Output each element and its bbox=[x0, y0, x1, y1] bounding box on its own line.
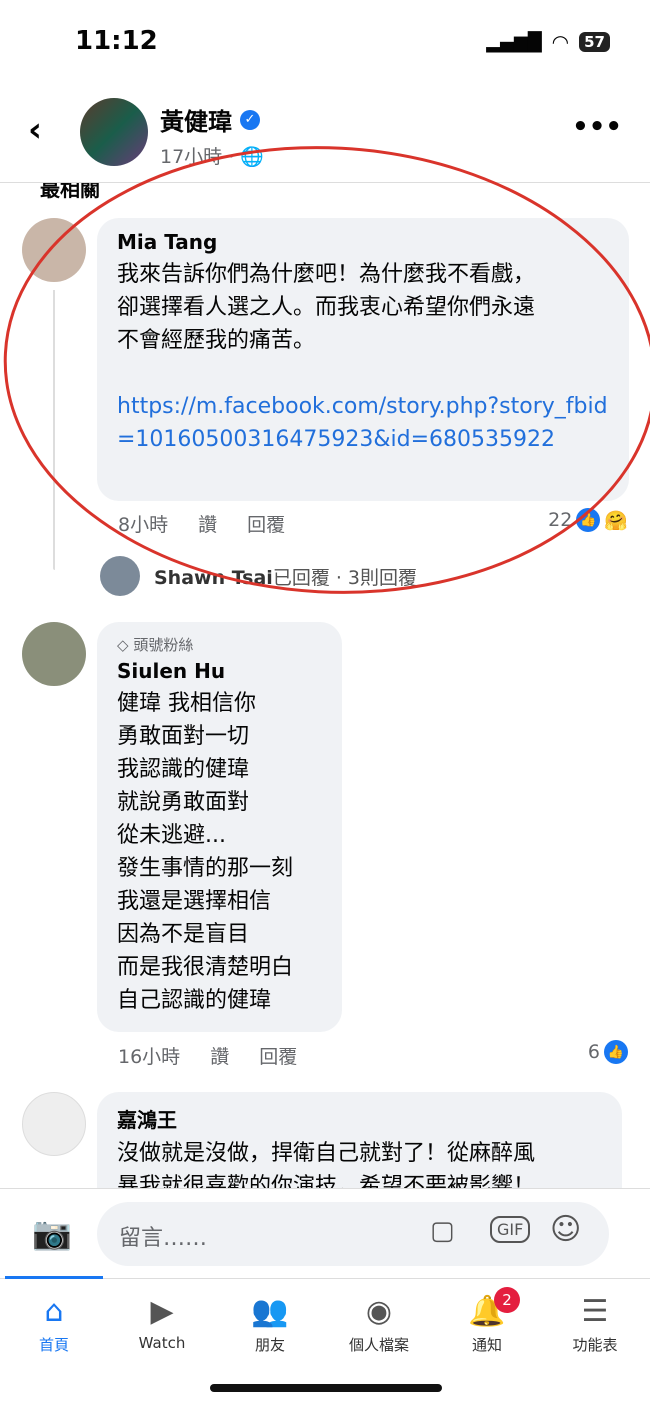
comment-text: 健瑋 我相信你 勇敢面對一切 我認識的健瑋 就說勇敢面對 從未逃避... 發生事… bbox=[117, 691, 294, 1013]
emoji-button[interactable]: ☺ bbox=[550, 1212, 581, 1247]
reaction-count[interactable]: 6 👍 bbox=[588, 1040, 628, 1064]
page-name[interactable]: 黃健瑋 bbox=[160, 102, 232, 137]
menu-icon: ☰ bbox=[581, 1294, 609, 1329]
home-icon: ⌂ bbox=[44, 1294, 64, 1329]
verified-icon: ✓ bbox=[240, 109, 260, 130]
nav-notifications[interactable]: 🔔 通知 bbox=[437, 1290, 537, 1355]
notification-badge: 2 bbox=[494, 1287, 520, 1313]
active-tab-indicator bbox=[5, 1276, 103, 1279]
status-time: 11:12 bbox=[75, 26, 158, 56]
profile-icon: ◉ bbox=[365, 1294, 393, 1329]
home-indicator bbox=[210, 1384, 442, 1392]
commenter-name[interactable]: 嘉鴻王 bbox=[117, 1104, 602, 1133]
nav-home[interactable]: ⌂ 首頁 bbox=[4, 1290, 104, 1355]
reaction-number: 6 bbox=[587, 1041, 600, 1063]
watch-icon: ▶ bbox=[150, 1294, 174, 1329]
comment-input[interactable]: 留言…… bbox=[97, 1202, 609, 1266]
bell-icon: 🔔 bbox=[468, 1294, 506, 1329]
signal-icon: ▂▄▆█ bbox=[486, 31, 542, 53]
nav-label: Watch bbox=[138, 1334, 186, 1352]
nav-profile[interactable]: ◉ 個人檔案 bbox=[329, 1290, 429, 1355]
wifi-icon: ◠ bbox=[551, 30, 570, 54]
red-annotation-circle bbox=[3, 146, 650, 594]
gif-button[interactable]: GIF bbox=[490, 1216, 531, 1243]
more-options-button[interactable]: ••• bbox=[572, 112, 622, 142]
commenter-name[interactable]: Siulen Hu bbox=[117, 659, 322, 683]
nav-label: 個人檔案 bbox=[348, 1336, 409, 1354]
like-button[interactable]: 讚 bbox=[210, 1042, 229, 1069]
nav-friends[interactable]: 👥 朋友 bbox=[220, 1290, 320, 1355]
diamond-icon: ◇ bbox=[117, 636, 129, 654]
comment-bubble: ◇ 頭號粉絲 Siulen Hu 健瑋 我相信你 勇敢面對一切 我認識的健瑋 就… bbox=[97, 622, 342, 1032]
status-icons: ▂▄▆█ ◠ 57 bbox=[486, 30, 610, 54]
nav-menu[interactable]: ☰ 功能表 bbox=[545, 1290, 645, 1355]
commenter-avatar[interactable] bbox=[22, 622, 86, 686]
like-reaction-icon: 👍 bbox=[604, 1040, 628, 1064]
battery-icon: 57 bbox=[579, 32, 610, 52]
friends-icon: 👥 bbox=[251, 1294, 289, 1329]
sticker-button[interactable]: ▢ bbox=[430, 1216, 455, 1246]
nav-label: 功能表 bbox=[572, 1336, 618, 1354]
nav-label: 朋友 bbox=[254, 1336, 285, 1354]
camera-button[interactable]: 📷 bbox=[32, 1214, 72, 1252]
nav-label: 首頁 bbox=[38, 1336, 69, 1354]
commenter-avatar[interactable] bbox=[22, 1092, 86, 1156]
nav-label: 通知 bbox=[471, 1336, 502, 1354]
top-fan-badge: 頭號粉絲 bbox=[133, 636, 194, 654]
nav-watch[interactable]: ▶ Watch bbox=[112, 1290, 212, 1352]
comment-time: 16小時 bbox=[118, 1046, 181, 1068]
reply-button[interactable]: 回覆 bbox=[259, 1042, 297, 1069]
